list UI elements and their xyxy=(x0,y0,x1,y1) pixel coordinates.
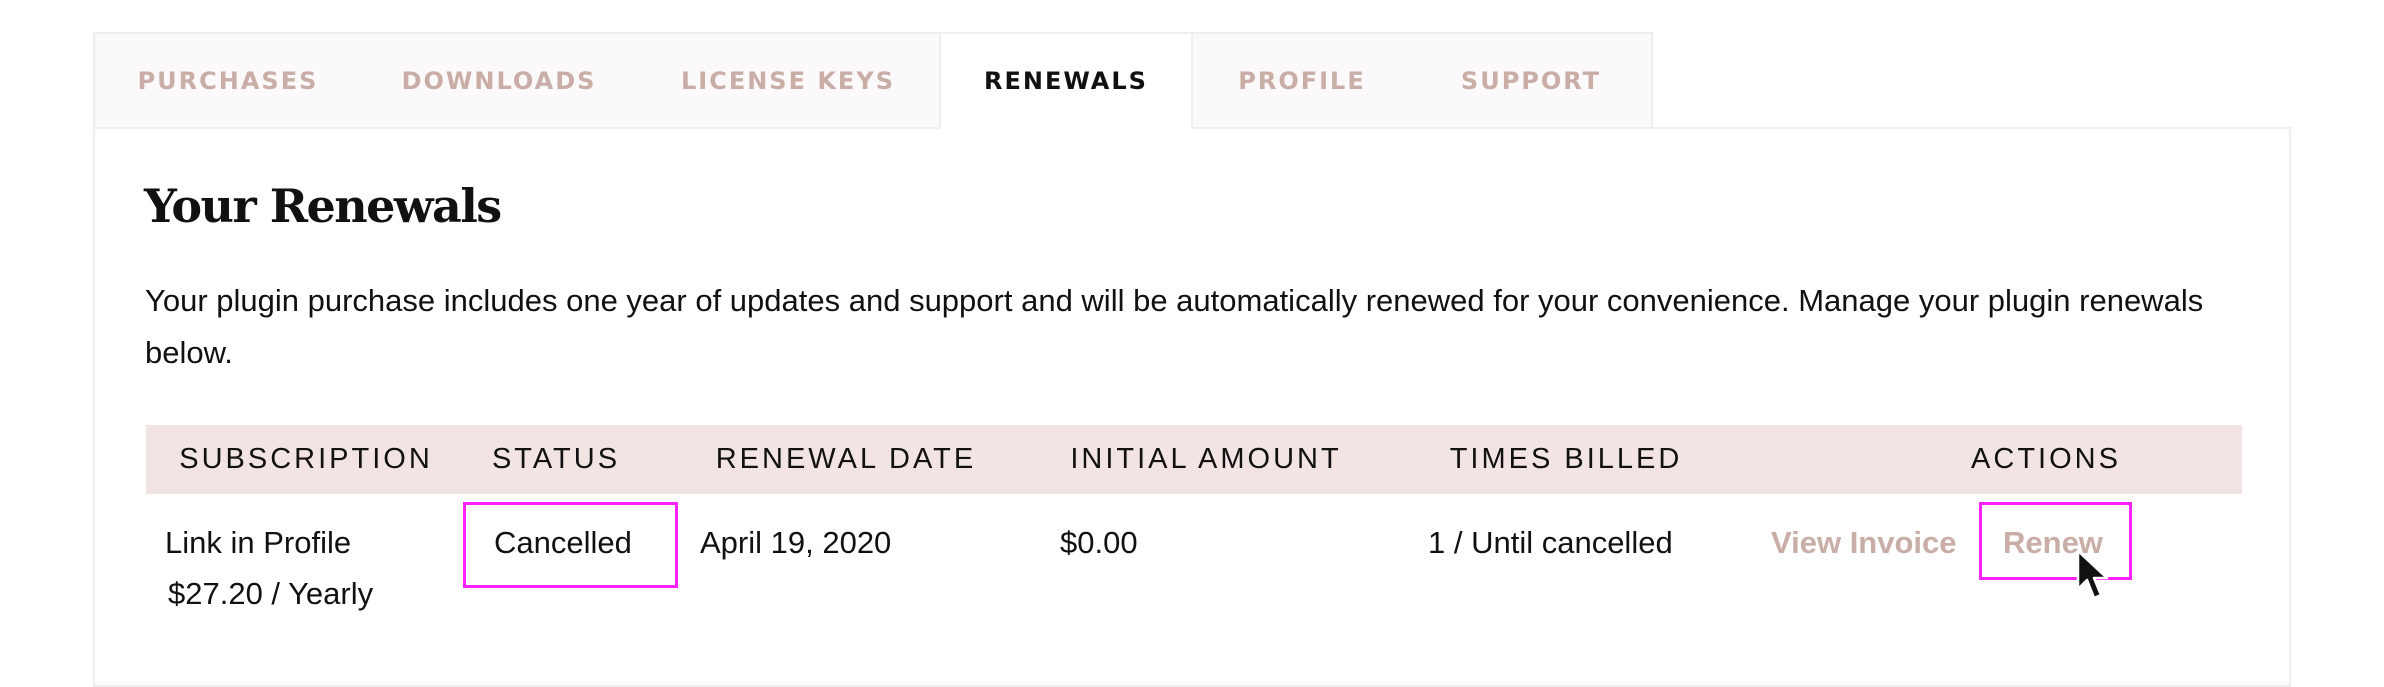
status-value: Cancelled xyxy=(494,525,632,560)
tab-renewals[interactable]: RENEWALS xyxy=(939,32,1193,129)
column-header-times-billed: TIMES BILLED xyxy=(1449,443,1683,475)
tab-purchases[interactable]: PURCHASES xyxy=(93,32,361,129)
mouse-pointer-icon xyxy=(2076,549,2109,600)
times-billed-value: 1 / Until cancelled xyxy=(1428,525,1673,560)
intro-text: Your plugin purchase includes one year o… xyxy=(145,283,2204,370)
tab-downloads[interactable]: DOWNLOADS xyxy=(361,32,637,129)
column-header-renewal-date: RENEWAL DATE xyxy=(715,443,977,475)
subscription-name: Link in Profile xyxy=(165,525,352,560)
renewal-date-value: April 19, 2020 xyxy=(700,525,892,560)
page-title: Your Renewals xyxy=(144,179,502,233)
tab-profile[interactable]: PROFILE xyxy=(1193,32,1411,129)
account-tabs: PURCHASES DOWNLOADS LICENSE KEYS RENEWAL… xyxy=(93,32,1653,129)
column-header-status: STATUS xyxy=(491,443,621,475)
subscription-price: $27.20 / Yearly xyxy=(168,576,374,611)
table-header: SUBSCRIPTION STATUS RENEWAL DATE INITIAL… xyxy=(146,425,2242,494)
column-header-actions: ACTIONS xyxy=(1971,443,2121,475)
view-invoice-link[interactable]: View Invoice xyxy=(1771,517,1957,569)
column-header-initial-amount: INITIAL AMOUNT xyxy=(1070,443,1342,475)
tab-license-keys[interactable]: LICENSE KEYS xyxy=(637,32,939,129)
initial-amount-value: $0.00 xyxy=(1060,525,1138,560)
tab-support[interactable]: SUPPORT xyxy=(1411,32,1653,129)
column-header-subscription: SUBSCRIPTION xyxy=(179,443,433,475)
